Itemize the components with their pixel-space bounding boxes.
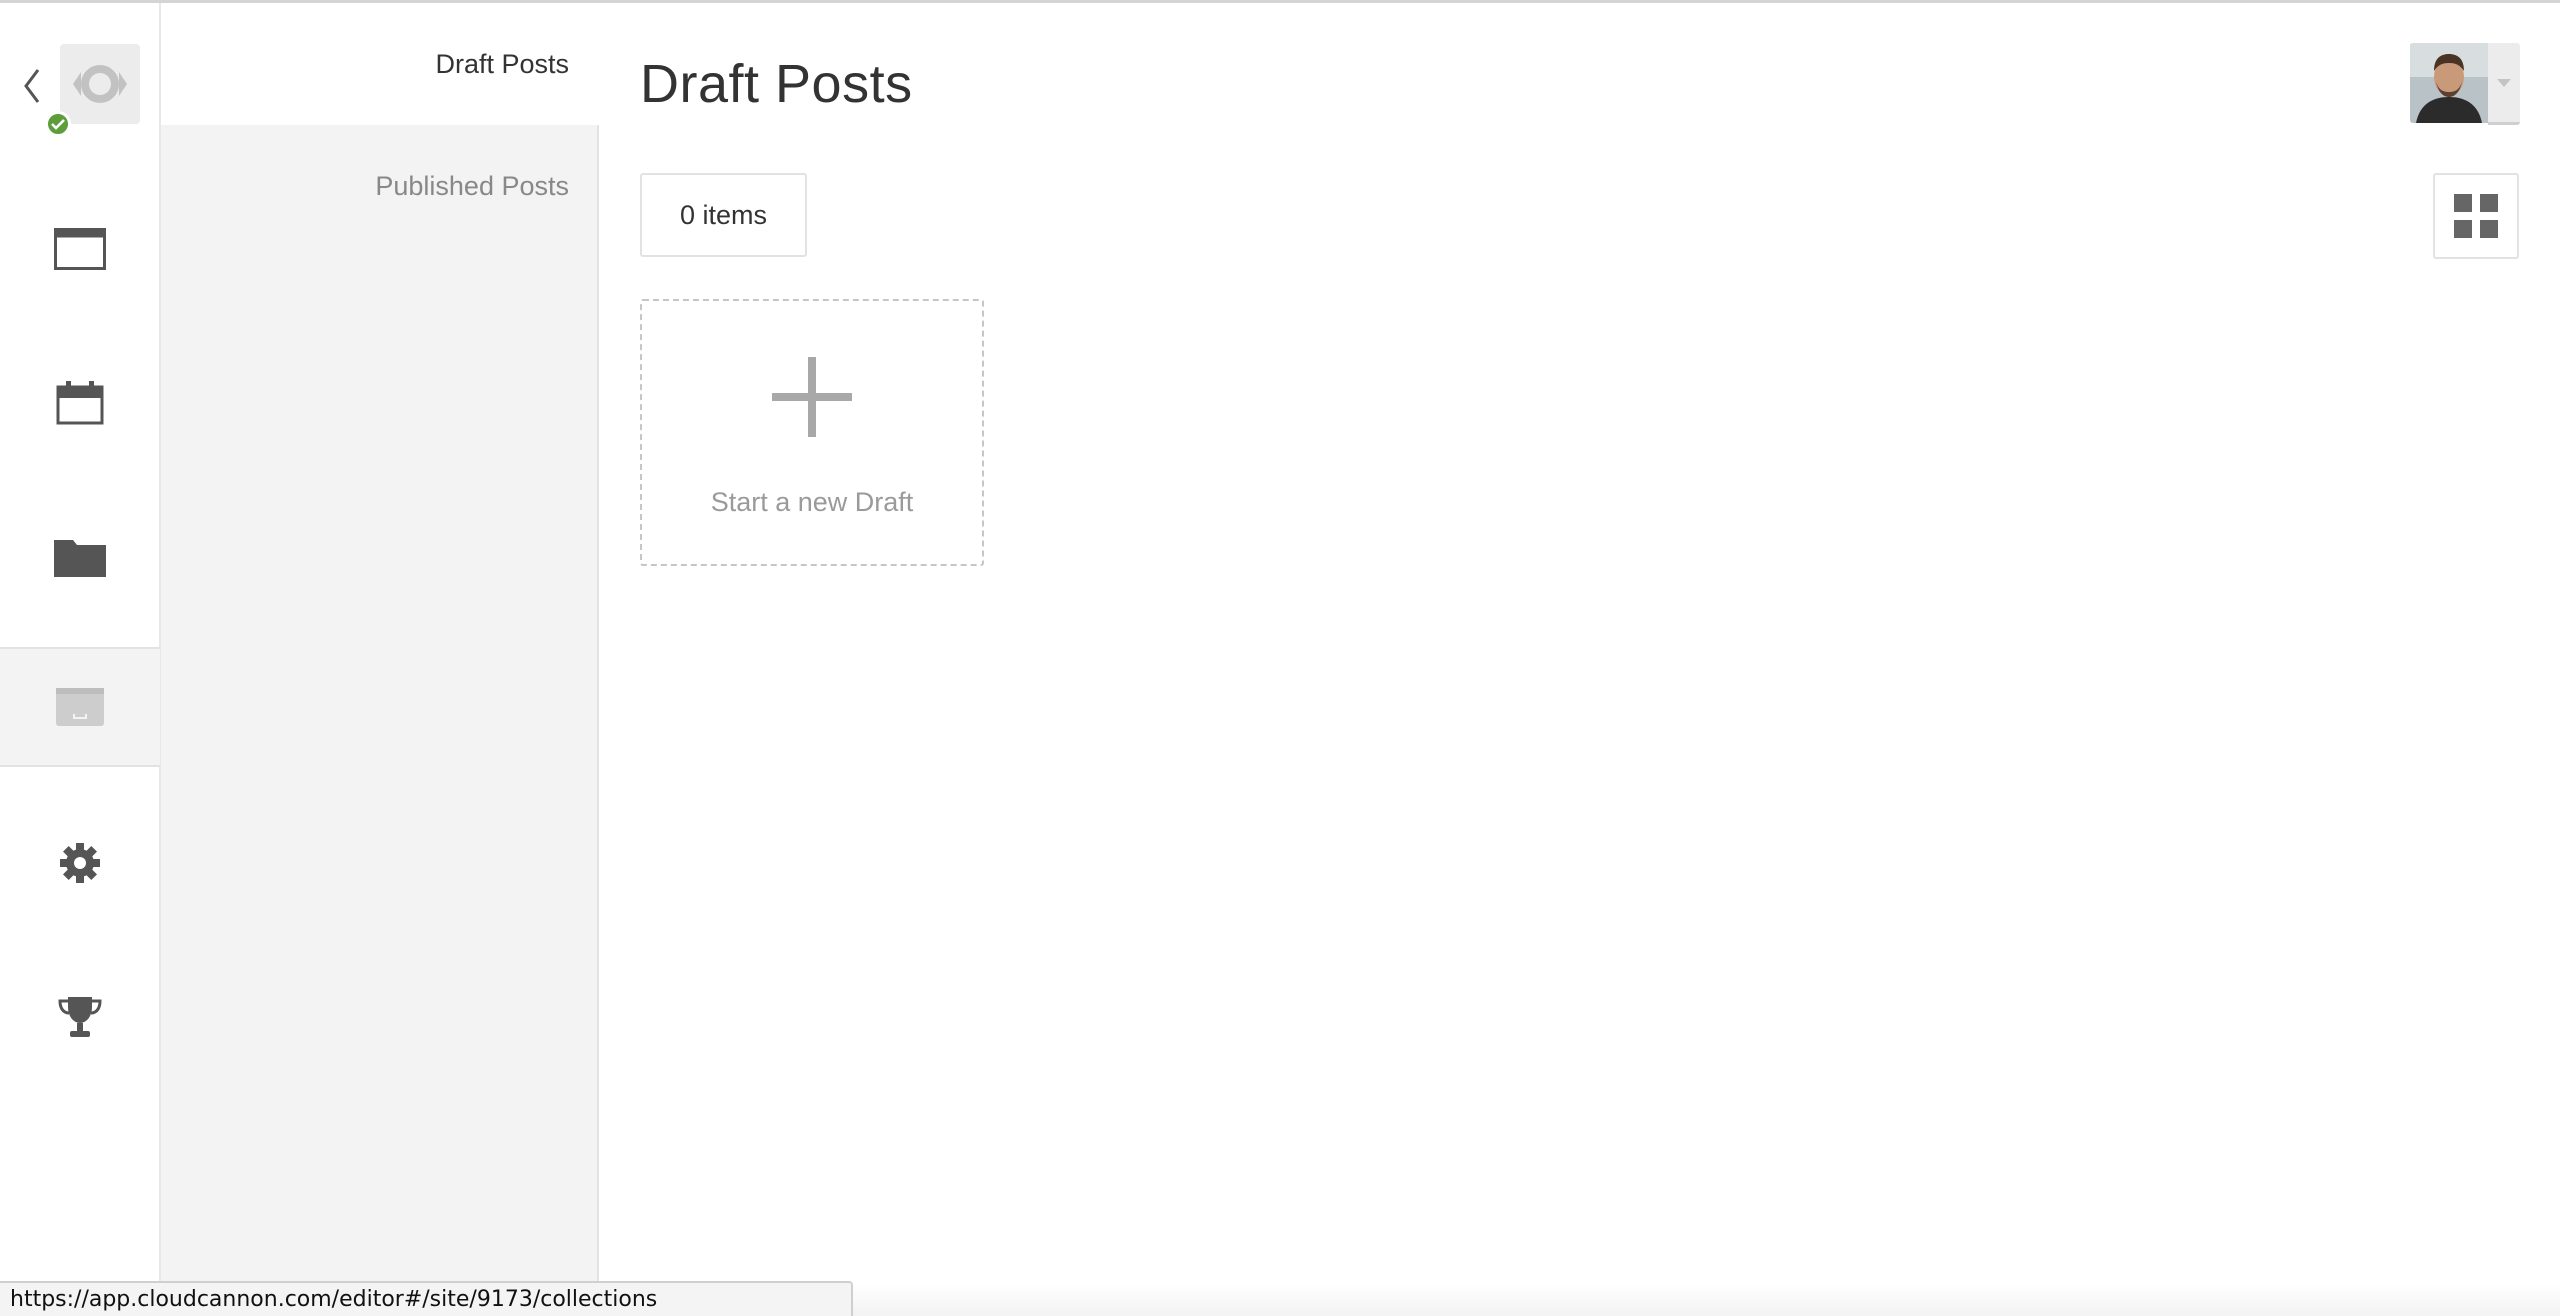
- site-logo-icon[interactable]: [60, 44, 140, 124]
- sync-ok-icon: [45, 111, 71, 137]
- avatar: [2410, 43, 2488, 123]
- collection-item-draft-posts[interactable]: Draft Posts: [161, 3, 599, 125]
- collection-item-label: Draft Posts: [435, 48, 569, 79]
- plus-icon: [772, 357, 852, 437]
- browser-window-icon: [54, 228, 106, 270]
- trophy-icon: [58, 997, 102, 1037]
- bottom-shade: [853, 1283, 2560, 1316]
- folder-icon: [54, 540, 106, 577]
- rail-item-pages[interactable]: [0, 189, 160, 309]
- collection-item-published-posts[interactable]: Published Posts: [161, 125, 599, 247]
- calendar-icon: [56, 381, 104, 425]
- rail-item-settings[interactable]: [0, 803, 160, 923]
- gear-icon: [60, 843, 100, 883]
- grid-view-button[interactable]: [2433, 173, 2519, 259]
- chevron-down-icon: [2488, 43, 2520, 125]
- rail-item-posts[interactable]: [0, 343, 160, 463]
- items-count-badge: 0 items: [640, 173, 807, 257]
- collection-item-label: Published Posts: [375, 170, 569, 201]
- back-chevron-icon[interactable]: [18, 65, 46, 107]
- icon-sidebar: [0, 3, 161, 1316]
- archive-box-icon: [56, 688, 104, 726]
- page-title: Draft Posts: [640, 54, 913, 114]
- rail-item-files[interactable]: [0, 497, 160, 617]
- new-draft-card[interactable]: Start a new Draft: [640, 299, 984, 566]
- new-draft-label: Start a new Draft: [710, 487, 914, 517]
- app-window: Draft Posts Published Posts Draft Posts …: [0, 0, 2560, 1316]
- grid-icon: [2454, 194, 2498, 238]
- user-menu[interactable]: [2410, 43, 2520, 125]
- rail-item-collections[interactable]: [0, 647, 160, 767]
- rail-item-achievements[interactable]: [0, 957, 160, 1077]
- collections-panel: Draft Posts Published Posts: [161, 3, 599, 1316]
- status-bar-url: https://app.cloudcannon.com/editor#/site…: [0, 1281, 853, 1316]
- items-count-label: 0 items: [679, 199, 768, 230]
